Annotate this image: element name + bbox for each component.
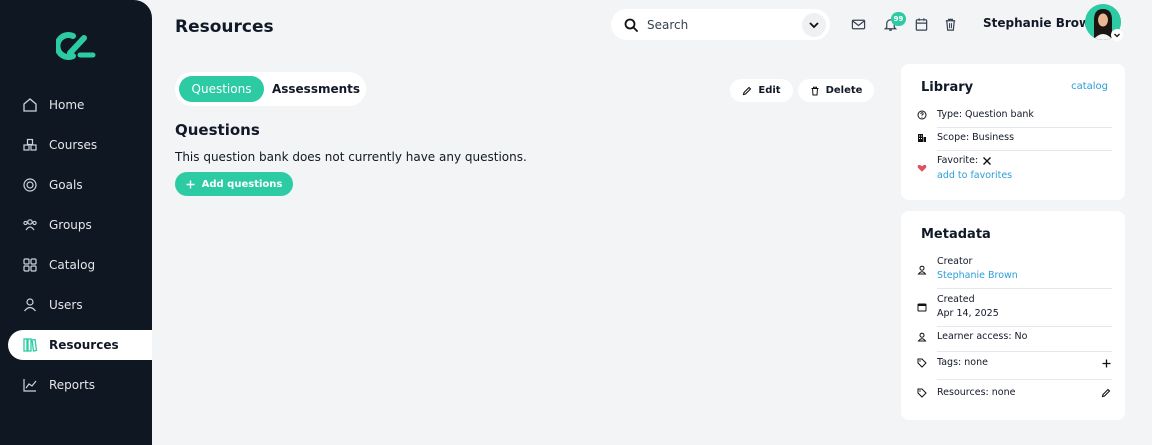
edit-button[interactable]: Edit bbox=[730, 79, 793, 102]
created-value: Apr 14, 2025 bbox=[937, 308, 999, 319]
tag-icon bbox=[916, 387, 928, 399]
add-questions-button[interactable]: Add questions bbox=[175, 172, 293, 196]
empty-state-message: This question bank does not currently ha… bbox=[175, 150, 527, 164]
learner-access-row: Learner access: No bbox=[916, 331, 1112, 345]
metadata-card: Metadata Creator Stephanie Brown Created… bbox=[901, 211, 1125, 420]
tags-row: Tags: none bbox=[916, 357, 1112, 371]
user-icon bbox=[916, 264, 928, 276]
resources-row: Resources: none bbox=[916, 387, 1112, 401]
groups-icon bbox=[22, 217, 38, 233]
tag-icon bbox=[916, 357, 928, 369]
add-to-favorites-link[interactable]: add to favorites bbox=[937, 170, 1012, 181]
page-title: Resources bbox=[175, 17, 274, 37]
sidebar-item-label: Goals bbox=[49, 178, 83, 192]
sidebar-item-goals[interactable]: Goals bbox=[8, 170, 152, 200]
library-type-row: Type: Question bank bbox=[916, 109, 1112, 123]
building-icon bbox=[916, 132, 928, 144]
divider bbox=[937, 127, 1112, 128]
sidebar-item-label: Groups bbox=[49, 218, 92, 232]
trash-icon bbox=[810, 86, 820, 96]
tab-bar: Questions Assessments bbox=[175, 72, 366, 106]
sidebar-item-label: Courses bbox=[49, 138, 98, 152]
add-questions-label: Add questions bbox=[201, 178, 283, 190]
sidebar-item-reports[interactable]: Reports bbox=[8, 370, 152, 400]
delete-button[interactable]: Delete bbox=[798, 79, 874, 102]
users-icon bbox=[22, 297, 38, 313]
delete-label: Delete bbox=[825, 85, 863, 96]
search-icon bbox=[624, 18, 638, 32]
catalog-icon bbox=[22, 257, 38, 273]
sidebar-item-resources[interactable]: Resources bbox=[8, 330, 152, 360]
chevron-down-icon[interactable] bbox=[1111, 29, 1123, 41]
goals-icon bbox=[22, 177, 38, 193]
courses-icon bbox=[22, 137, 38, 153]
catalog-link[interactable]: catalog bbox=[1071, 81, 1108, 92]
resources-icon bbox=[22, 337, 38, 353]
library-type: Type: Question bank bbox=[937, 109, 1034, 120]
metadata-title: Metadata bbox=[921, 227, 991, 242]
add-tag-plus-icon[interactable] bbox=[1100, 357, 1112, 369]
calendar-icon[interactable] bbox=[912, 15, 930, 33]
divider bbox=[937, 326, 1112, 327]
sidebar-item-catalog[interactable]: Catalog bbox=[8, 250, 152, 280]
learner-access: Learner access: No bbox=[937, 331, 1028, 342]
library-scope: Scope: Business bbox=[937, 132, 1015, 143]
resources-value: Resources: none bbox=[937, 387, 1016, 398]
library-favorite-row: Favorite: add to favorites bbox=[916, 155, 1112, 185]
sidebar-item-label: Home bbox=[49, 98, 85, 112]
brand-logo[interactable] bbox=[54, 31, 96, 61]
mail-icon[interactable] bbox=[849, 15, 867, 33]
tags-value: Tags: none bbox=[937, 357, 988, 368]
reports-icon bbox=[22, 377, 38, 393]
library-title: Library bbox=[921, 80, 974, 95]
search-input[interactable] bbox=[647, 17, 797, 32]
sidebar-item-courses[interactable]: Courses bbox=[8, 130, 152, 160]
home-icon bbox=[22, 97, 38, 113]
divider bbox=[937, 351, 1112, 352]
notification-badge: 99 bbox=[891, 12, 906, 26]
sidebar-item-label: Catalog bbox=[49, 258, 96, 272]
sidebar: Home Courses Goals Groups Catalog Users … bbox=[0, 0, 152, 445]
library-scope-row: Scope: Business bbox=[916, 132, 1112, 146]
sidebar-item-label: Reports bbox=[49, 378, 96, 392]
divider bbox=[937, 150, 1112, 151]
divider bbox=[937, 379, 1112, 380]
creator-value[interactable]: Stephanie Brown bbox=[937, 270, 1018, 281]
calendar-icon bbox=[916, 301, 928, 313]
chevron-down-icon[interactable] bbox=[802, 13, 826, 37]
trash-icon[interactable] bbox=[941, 15, 959, 33]
user-icon bbox=[916, 331, 928, 343]
close-icon[interactable] bbox=[982, 156, 992, 166]
search-bar[interactable] bbox=[611, 9, 830, 40]
sidebar-item-home[interactable]: Home bbox=[8, 90, 152, 120]
user-name[interactable]: Stephanie Brown bbox=[983, 16, 1099, 30]
created-row: Created Apr 14, 2025 bbox=[916, 294, 1112, 322]
question-circle-icon bbox=[916, 109, 928, 121]
edit-label: Edit bbox=[758, 85, 781, 96]
library-card: Library catalog Type: Question bank Scop… bbox=[901, 64, 1125, 200]
heart-icon bbox=[916, 162, 928, 174]
creator-label: Creator bbox=[937, 256, 973, 267]
sidebar-item-label: Users bbox=[49, 298, 83, 312]
creator-row: Creator Stephanie Brown bbox=[916, 256, 1112, 284]
pencil-icon bbox=[742, 86, 752, 96]
sidebar-item-users[interactable]: Users bbox=[8, 290, 152, 320]
sidebar-item-label: Resources bbox=[49, 338, 119, 352]
plus-icon bbox=[186, 180, 195, 189]
tab-assessments[interactable]: Assessments bbox=[269, 76, 363, 102]
section-title: Questions bbox=[175, 121, 260, 139]
favorite-label: Favorite: bbox=[937, 155, 979, 166]
created-label: Created bbox=[937, 294, 975, 305]
tab-questions[interactable]: Questions bbox=[179, 76, 264, 102]
sidebar-item-groups[interactable]: Groups bbox=[8, 210, 152, 240]
edit-resources-pencil-icon[interactable] bbox=[1100, 387, 1112, 399]
divider bbox=[937, 288, 1112, 289]
